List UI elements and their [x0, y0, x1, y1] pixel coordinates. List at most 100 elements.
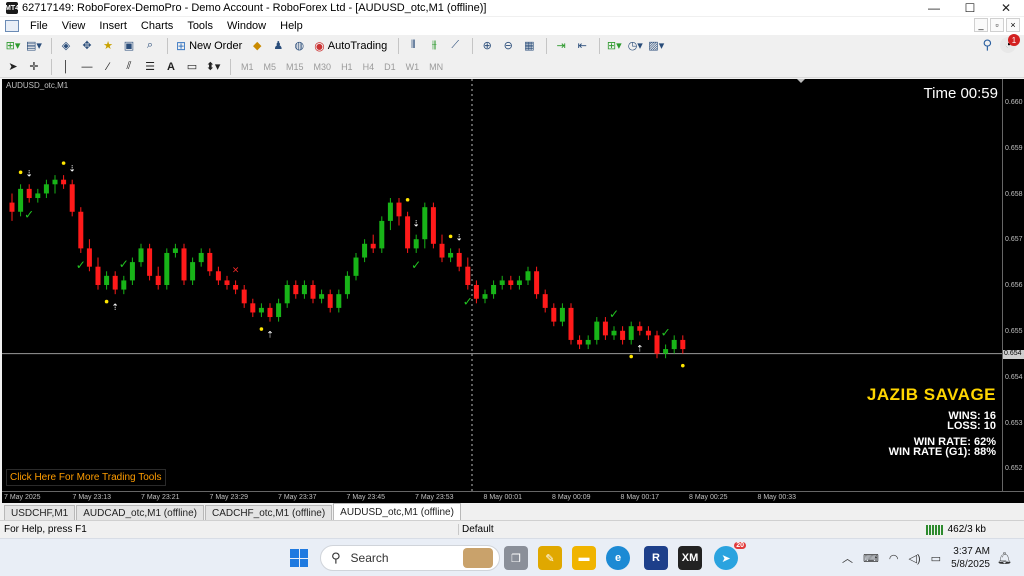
periods-icon[interactable]: ◷▾ [626, 37, 644, 55]
timeframe-h4[interactable]: H4 [363, 62, 375, 72]
timeframe-w1[interactable]: W1 [406, 62, 420, 72]
candlestick-icon[interactable]: ⫵ [425, 37, 443, 55]
new-order-button[interactable]: ⊞ New Order [173, 37, 245, 55]
label-tool-icon[interactable]: ▭ [183, 58, 201, 76]
channel-icon[interactable]: ⫽ [120, 58, 138, 76]
search-icon[interactable]: ⚲ [982, 37, 992, 53]
chevron-up-icon[interactable]: ︿ [842, 550, 853, 566]
signal-arrow-down-icon: ⇣ [68, 165, 76, 175]
autotrading-button[interactable]: ◉ AutoTrading [311, 37, 390, 55]
timeframe-m5[interactable]: M5 [264, 62, 277, 72]
arrows-tool-icon[interactable]: ⬍▾ [204, 58, 222, 76]
trading-tools-link[interactable]: Click Here For More Trading Tools [6, 469, 166, 486]
line-chart-icon[interactable]: ⟋ [446, 37, 464, 55]
timeframe-m1[interactable]: M1 [241, 62, 254, 72]
edge-browser-icon[interactable]: e [606, 546, 630, 570]
minimize-button[interactable]: — [916, 0, 952, 16]
timeframe-m15[interactable]: M15 [286, 62, 304, 72]
terminal-icon[interactable]: ▣ [120, 37, 138, 55]
candle-body [525, 271, 531, 281]
chart-tabs: USDCHF,M1 AUDCAD_otc,M1 (offline) CADCHF… [0, 503, 1024, 520]
connection-status[interactable]: 462/3 kb [925, 524, 986, 535]
toolbar-separator [230, 58, 231, 75]
roboforex-app-icon[interactable]: R [644, 546, 668, 570]
navigator-icon[interactable]: ★ [99, 37, 117, 55]
signals-icon[interactable]: ♟ [269, 37, 287, 55]
system-clock[interactable]: 3:37 AM 5/8/2025 [951, 545, 990, 571]
candle-body [276, 303, 282, 318]
price-tick-label: 0.657 [1005, 236, 1023, 244]
vertical-line-icon[interactable]: │ [57, 58, 75, 76]
timeframe-m30[interactable]: M30 [314, 62, 332, 72]
chart-restore-button[interactable]: ▫ [990, 18, 1004, 32]
cursor-icon[interactable]: ➤ [4, 58, 22, 76]
taskbar-search[interactable]: ⚲ Search [320, 545, 500, 571]
tile-windows-icon[interactable]: ▦ [520, 37, 538, 55]
candle-body [508, 280, 514, 285]
zoom-out-icon[interactable]: ⊖ [499, 37, 517, 55]
line-studies-toolbar: ➤ ✛ │ — ∕ ⫽ ☰ A ▭ ⬍▾ M1 M5 M15 M30 H1 H4… [0, 56, 1024, 78]
autoscroll-icon[interactable]: ⇥ [552, 37, 570, 55]
wifi-icon[interactable]: ◠ [889, 552, 899, 565]
notification-bell-icon[interactable]: 🔔︎ [997, 551, 1012, 565]
price-axis[interactable]: 0.660 0.659 0.658 0.657 0.656 0.655 0.654 0.653… [1002, 79, 1024, 491]
chart-shift-icon[interactable]: ⇤ [573, 37, 591, 55]
timeframe-mn[interactable]: MN [429, 62, 443, 72]
task-view-icon[interactable]: ❐ [504, 546, 528, 570]
bar-chart-icon[interactable]: ⫴ [404, 37, 422, 55]
new-order-label: New Order [189, 39, 243, 52]
price-chart[interactable]: ⇣ ✓ ⇣ ✓ ⇡ ✓ × ⇡ ⇣ ✓ ⇣ ✓ ✓ ⇡ ✓ AUDUSD_otc,M1 Time 00:59… [2, 79, 1002, 491]
menu-insert[interactable]: Insert [92, 20, 134, 32]
strategy-tester-icon[interactable]: ⌕ [141, 37, 159, 55]
battery-icon[interactable]: ▭ [931, 552, 941, 565]
candle-body [69, 184, 75, 212]
text-tool-icon[interactable]: A [162, 58, 180, 76]
menu-file[interactable]: File [23, 20, 55, 32]
candle-body [422, 207, 428, 240]
maximize-button[interactable]: ☐ [952, 0, 988, 16]
new-chart-icon[interactable]: ⊞▾ [4, 37, 22, 55]
tab-audusd-otc[interactable]: AUDUSD_otc,M1 (offline) [333, 503, 461, 520]
crosshair-icon[interactable]: ✛ [25, 58, 43, 76]
profiles-icon[interactable]: ▤▾ [25, 37, 43, 55]
candle-body [482, 294, 488, 299]
xm-app-icon[interactable]: XM [678, 546, 702, 570]
trendline-icon[interactable]: ∕ [99, 58, 117, 76]
menu-window[interactable]: Window [220, 20, 273, 32]
market-watch-icon[interactable]: ◈ [57, 37, 75, 55]
chart-close-button[interactable]: × [1006, 18, 1020, 32]
candle-body [542, 294, 548, 308]
chart-window-icon[interactable] [5, 20, 19, 32]
candle-body [456, 252, 462, 267]
copilot-app-icon[interactable]: ✎ [538, 546, 562, 570]
tab-cadchf-otc[interactable]: CADCHF_otc,M1 (offline) [204, 505, 333, 520]
timeframe-d1[interactable]: D1 [384, 62, 396, 72]
menu-view[interactable]: View [55, 20, 93, 32]
candlestick-plot[interactable]: ⇣ ✓ ⇣ ✓ ⇡ ✓ × ⇡ ⇣ ✓ ⇣ ✓ ✓ ⇡ ✓ [2, 79, 1002, 491]
timeframe-h1[interactable]: H1 [341, 62, 353, 72]
tab-audcad-otc[interactable]: AUDCAD_otc,M1 (offline) [76, 505, 204, 520]
time-axis[interactable]: 7 May 2025 7 May 23:13 7 May 23:21 7 May 23… [2, 491, 1024, 503]
tab-usdchf[interactable]: USDCHF,M1 [4, 505, 76, 520]
menu-charts[interactable]: Charts [134, 20, 180, 32]
file-explorer-icon[interactable]: ▬ [572, 546, 596, 570]
market-icon[interactable]: ◍ [290, 37, 308, 55]
templates-icon[interactable]: ▨▾ [647, 37, 665, 55]
menu-help[interactable]: Help [273, 20, 310, 32]
notifications-icon[interactable]: ◔ 1 [1000, 34, 1020, 53]
indicators-icon[interactable]: ⊞▾ [605, 37, 623, 55]
telegram-app-icon[interactable]: ➤ 20 [714, 542, 746, 570]
chart-minimize-button[interactable]: _ [974, 18, 988, 32]
windows-start-icon[interactable] [290, 549, 308, 567]
candle-body [319, 294, 325, 299]
data-window-icon[interactable]: ✥ [78, 37, 96, 55]
keyboard-icon[interactable]: ⌨ [863, 552, 879, 565]
close-button[interactable]: ✕ [988, 0, 1024, 16]
fibonacci-icon[interactable]: ☰ [141, 58, 159, 76]
horizontal-line-icon[interactable]: — [78, 58, 96, 76]
metaeditor-icon[interactable]: ◆ [248, 37, 266, 55]
zoom-in-icon[interactable]: ⊕ [478, 37, 496, 55]
menu-tools[interactable]: Tools [180, 20, 220, 32]
volume-icon[interactable]: ◁) [909, 552, 921, 565]
candle-body [43, 184, 49, 194]
